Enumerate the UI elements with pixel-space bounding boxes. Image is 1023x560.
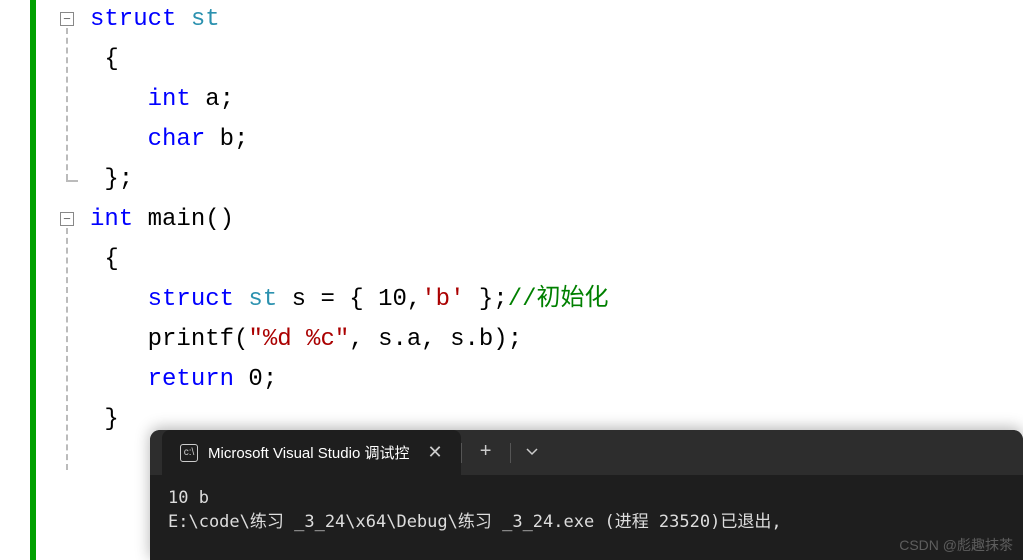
code-line: }; [90, 160, 609, 200]
code-line: struct st [90, 0, 609, 40]
tab-dropdown-button[interactable] [511, 439, 553, 466]
code-line: struct st s = { 10,'b' };//初始化 [90, 280, 609, 320]
keyword: struct [90, 6, 176, 33]
brace: { [104, 246, 118, 273]
brace: } [104, 406, 118, 433]
terminal-window: c:\ Microsoft Visual Studio 调试控 ✕ + 10 b… [150, 430, 1023, 560]
output-line: 10 b [168, 487, 1005, 511]
keyword: struct [148, 286, 234, 313]
code-area[interactable]: struct st { int a; char b; }; int main()… [90, 0, 609, 440]
fold-line [66, 28, 68, 180]
fold-toggle-main[interactable]: − [60, 212, 74, 226]
output-line: E:\code\练习 _3_24\x64\Debug\练习 _3_24.exe … [168, 511, 1005, 535]
minus-icon: − [63, 13, 71, 26]
comment: //初始化 [508, 286, 609, 313]
code-line: char b; [90, 120, 609, 160]
watermark: CSDN @彪趣抹茶 [899, 535, 1013, 555]
code-text: b; [205, 126, 248, 153]
code-line: { [90, 40, 609, 80]
change-indicator [30, 0, 36, 560]
brace: }; [104, 166, 133, 193]
code-line: int a; [90, 80, 609, 120]
keyword: int [90, 206, 133, 233]
code-text: }; [465, 286, 508, 313]
icon-text: c:\ [184, 447, 195, 458]
tab-title: Microsoft Visual Studio 调试控 [208, 442, 409, 463]
terminal-icon: c:\ [180, 444, 198, 462]
code-text: 0; [234, 366, 277, 393]
keyword: return [148, 366, 234, 393]
fold-toggle-struct[interactable]: − [60, 12, 74, 26]
code-line: { [90, 240, 609, 280]
type-name: st [176, 6, 219, 33]
paren: ( [234, 326, 248, 353]
code-text: , s.a, s.b); [349, 326, 522, 353]
keyword: char [148, 126, 206, 153]
code-line: printf("%d %c", s.a, s.b); [90, 320, 609, 360]
brace: { [104, 46, 118, 73]
fold-line [66, 228, 68, 470]
keyword: int [148, 86, 191, 113]
chevron-down-icon [525, 444, 539, 458]
code-text: s = { 10, [277, 286, 421, 313]
terminal-tab[interactable]: c:\ Microsoft Visual Studio 调试控 ✕ [162, 430, 461, 475]
function-call: printf [148, 326, 234, 353]
code-text: a; [191, 86, 234, 113]
code-line: return 0; [90, 360, 609, 400]
code-line: int main() [90, 200, 609, 240]
terminal-output[interactable]: 10 b E:\code\练习 _3_24\x64\Debug\练习 _3_24… [150, 475, 1023, 547]
add-tab-button[interactable]: + [462, 441, 510, 464]
string-literal: "%d %c" [248, 326, 349, 353]
terminal-titlebar[interactable]: c:\ Microsoft Visual Studio 调试控 ✕ + [150, 430, 1023, 475]
code-text: main() [133, 206, 234, 233]
char-literal: 'b' [421, 286, 464, 313]
fold-end [66, 180, 78, 182]
minus-icon: − [63, 213, 71, 226]
close-icon[interactable]: ✕ [427, 442, 442, 463]
type-name: st [234, 286, 277, 313]
